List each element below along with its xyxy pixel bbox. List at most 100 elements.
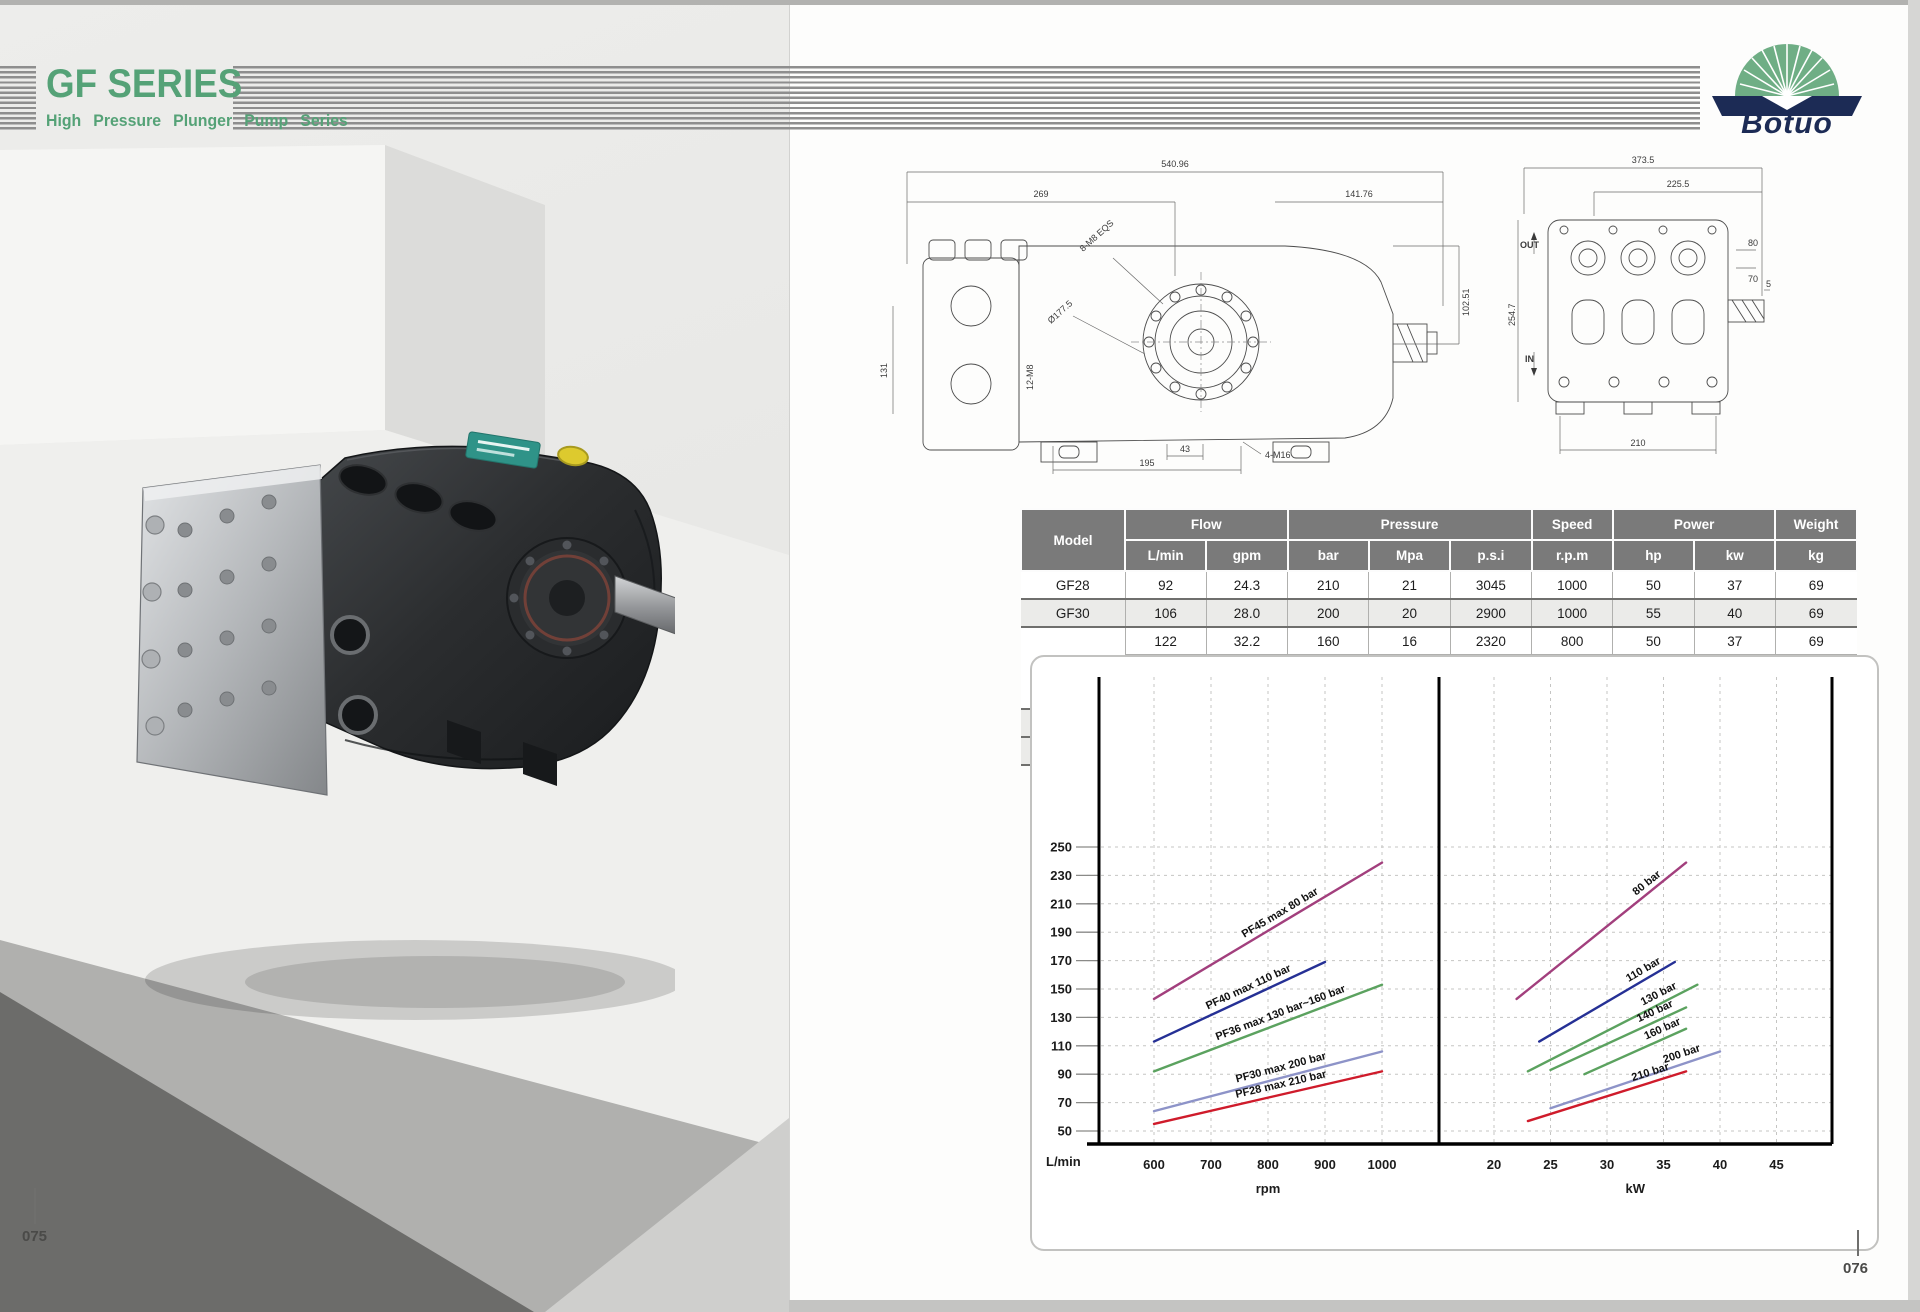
page-number-right: 076 [1843, 1260, 1868, 1277]
cad-rear-view: 373.5 225.5 254.7 80 70 5 210 OUT IN [1508, 150, 1776, 472]
spec-cell: 16 [1369, 627, 1450, 655]
side-view-outline [923, 240, 1437, 462]
cad-side-view: 540.96 269 141.76 8-M8 EQS Ø177.5 12-M8 … [845, 146, 1505, 478]
table-row: GF3612232.2160162320800503769 [1021, 627, 1857, 655]
dim-height-right: 102.51 [1461, 288, 1471, 316]
svg-text:800: 800 [1257, 1157, 1279, 1172]
svg-text:PF45 max 80 bar: PF45 max 80 bar [1240, 885, 1321, 940]
svg-text:L/min: L/min [1046, 1154, 1081, 1169]
svg-text:kW: kW [1626, 1181, 1646, 1196]
spec-cell: 20 [1369, 599, 1450, 627]
dim-foot-span: 195 [1139, 458, 1154, 468]
svg-text:70: 70 [1058, 1095, 1072, 1110]
col-pressure: Pressure [1288, 509, 1532, 540]
col-speed: Speed [1532, 509, 1613, 540]
dim-foot: 43 [1180, 444, 1190, 454]
performance-chart-svg: 250 230 210 190 170 150 130 110 90 70 50 600 700 800 9… [1032, 657, 1877, 1249]
unit-bar: bar [1288, 540, 1369, 571]
model-cell: GF28 [1021, 571, 1125, 599]
spec-cell: 2320 [1450, 627, 1531, 655]
table-row: GF289224.32102130451000503769 [1021, 571, 1857, 599]
spec-cell: 28.0 [1206, 599, 1287, 627]
svg-text:110: 110 [1051, 1038, 1072, 1053]
spec-cell: 69 [1775, 627, 1856, 655]
table-row: GF3010628.02002029001000554069 [1021, 599, 1857, 627]
svg-text:700: 700 [1200, 1157, 1222, 1172]
svg-text:210 bar: 210 bar [1630, 1061, 1671, 1084]
pump-shadow-core [245, 956, 625, 1008]
svg-text:25: 25 [1543, 1157, 1557, 1172]
unit-kw: kw [1694, 540, 1775, 571]
side-view-centerlines [1131, 272, 1271, 412]
svg-text:90: 90 [1058, 1067, 1072, 1082]
pump-product-image [115, 380, 675, 1030]
dim-height-left: 131 [879, 363, 889, 378]
svg-text:150: 150 [1050, 982, 1072, 997]
dim-bolts-2: 12-M8 [1025, 364, 1035, 390]
unit-mpa: Mpa [1369, 540, 1450, 571]
page-subtitle: High Pressure Plunger Pump Series [46, 112, 348, 131]
footer-rule-left [34, 1188, 36, 1224]
header-stripes-left [0, 66, 36, 132]
unit-kg: kg [1775, 540, 1856, 571]
header-stripes-right [233, 66, 1700, 132]
rear-view-outline [1548, 220, 1764, 414]
svg-text:170: 170 [1050, 953, 1072, 968]
unit-lmin: L/min [1125, 540, 1206, 571]
unit-hp: hp [1613, 540, 1694, 571]
spec-cell: 2900 [1450, 599, 1531, 627]
dim-right: 141.76 [1345, 189, 1373, 199]
page-title: GF SERIES [46, 62, 242, 107]
page-right-edge [1908, 0, 1920, 1312]
svg-text:600: 600 [1143, 1157, 1165, 1172]
spec-cell: 160 [1288, 627, 1369, 655]
botuo-logo: Botuo [1702, 34, 1874, 136]
model-cell: GF30 [1021, 599, 1125, 627]
col-weight: Weight [1775, 509, 1856, 540]
svg-text:50: 50 [1058, 1124, 1072, 1139]
dim-rear-total: 373.5 [1632, 155, 1655, 165]
page-number-left: 075 [22, 1228, 47, 1245]
spec-cell: 24.3 [1206, 571, 1287, 599]
col-model: Model [1021, 509, 1125, 571]
unit-gpm: gpm [1206, 540, 1287, 571]
svg-text:PF40 max 110 bar: PF40 max 110 bar [1204, 962, 1293, 1012]
spec-cell: 122 [1125, 627, 1206, 655]
svg-text:900: 900 [1314, 1157, 1336, 1172]
dim-diameter: Ø177.5 [1046, 298, 1075, 325]
out-port-label: OUT [1520, 240, 1540, 250]
spec-cell: 37 [1694, 571, 1775, 599]
in-port-label: IN [1525, 354, 1534, 364]
spec-cell: 800 [1532, 627, 1613, 655]
spec-cell: 50 [1613, 571, 1694, 599]
table-header-row: Model Flow Pressure Speed Power Weight [1021, 509, 1857, 540]
unit-rpm: r.p.m [1532, 540, 1613, 571]
spec-cell: 92 [1125, 571, 1206, 599]
svg-text:190: 190 [1050, 925, 1072, 940]
dim-rear-upper: 225.5 [1667, 179, 1690, 189]
in-arrow-icon [1531, 368, 1537, 376]
spec-cell: 1000 [1532, 571, 1613, 599]
unit-psi: p.s.i [1450, 540, 1531, 571]
spec-cell: 55 [1613, 599, 1694, 627]
spec-cell: 69 [1775, 599, 1856, 627]
bearing-hub [549, 580, 585, 616]
spec-cell: 32.2 [1206, 627, 1287, 655]
svg-text:210: 210 [1050, 896, 1072, 911]
svg-text:20: 20 [1487, 1157, 1501, 1172]
spec-cell: 1000 [1532, 599, 1613, 627]
spec-cell: 106 [1125, 599, 1206, 627]
svg-text:30: 30 [1600, 1157, 1614, 1172]
out-arrow-icon [1531, 232, 1537, 240]
svg-text:230: 230 [1050, 868, 1072, 883]
spec-cell: 200 [1288, 599, 1369, 627]
table-units-row: L/min gpm bar Mpa p.s.i r.p.m hp kw kg [1021, 540, 1857, 571]
spec-cell: 40 [1694, 599, 1775, 627]
col-flow: Flow [1125, 509, 1288, 540]
spec-cell: 3045 [1450, 571, 1531, 599]
col-power: Power [1613, 509, 1776, 540]
dim-rear-80: 80 [1748, 238, 1758, 248]
svg-text:130: 130 [1050, 1010, 1072, 1025]
logo-wordmark: Botuo [1741, 107, 1833, 136]
svg-text:250: 250 [1050, 840, 1072, 855]
